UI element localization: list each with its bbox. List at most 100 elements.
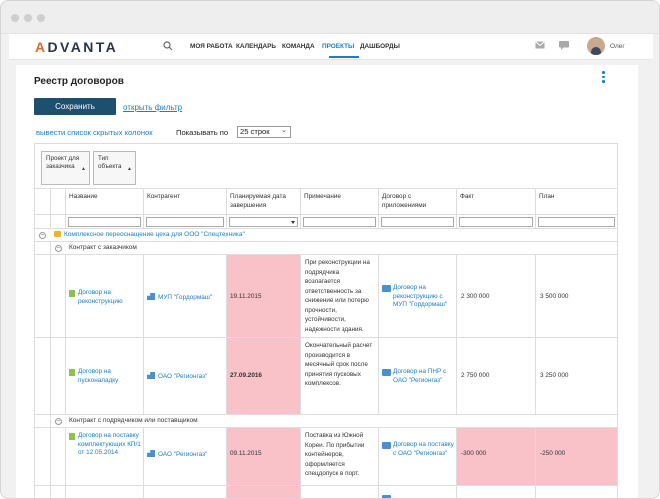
organization-icon — [147, 293, 155, 300]
table-row-counterparty-cell: ОАО "Регионгаз" — [144, 338, 227, 415]
planned-date: 27.09.2016 — [230, 372, 262, 379]
filter-cell — [457, 215, 536, 229]
table-row-fact-cell — [457, 486, 536, 498]
counterparty: МУП "Гордормаш" — [147, 293, 212, 303]
table-row-note-cell — [301, 486, 379, 498]
row-indent — [51, 338, 66, 415]
collapse-icon[interactable]: – — [55, 245, 62, 252]
table-row-fact-cell: 2 300 000 — [457, 255, 536, 338]
nav-dashboards[interactable]: ДАШБОРДЫ — [360, 43, 400, 50]
table-row-note-cell: При реконструкции на подрядчика возлагае… — [301, 255, 379, 338]
collapse-icon[interactable]: – — [55, 418, 62, 425]
mail-icon[interactable] — [535, 41, 545, 49]
filter-plan-input[interactable] — [538, 217, 615, 227]
filter-date-select[interactable] — [229, 217, 298, 227]
contract-link[interactable]: Договор на реконструкцию с МУП "Гордорма… — [393, 284, 447, 308]
note-text: При реконструкции на подрядчика возлагае… — [305, 259, 370, 333]
counterparty: ОАО "Регионгаз" — [147, 372, 207, 382]
table-row-plan-cell: 3 250 000 — [536, 338, 618, 415]
plan-value: 3 250 000 — [540, 372, 569, 379]
table-row-name-cell: Договор на пусконаладку — [66, 338, 144, 415]
contracts-grid: Проект для заказчика ▲ Тип объекта ▲ Назва… — [34, 143, 618, 498]
nav-team[interactable]: КОМАНДА — [282, 43, 315, 50]
sort-caret-icon: ▲ — [81, 166, 86, 172]
counterparty-link[interactable]: ОАО "Регионгаз" — [158, 451, 207, 458]
browser-chrome — [1, 1, 659, 34]
collapse-icon[interactable]: – — [39, 232, 46, 239]
counterparty-link[interactable]: ОАО "Регионгаз" — [158, 373, 207, 380]
project-group-label: Комплексное переоснащение цеха для ООО "… — [54, 229, 245, 241]
nav-calendar[interactable]: КАЛЕНДАРЬ — [236, 43, 276, 50]
document-icon — [69, 290, 75, 297]
folder-icon — [54, 231, 61, 237]
logo-text: DVANTA — [47, 39, 119, 55]
table-row-contract-cell: Договор на реконструкцию с МУП "Гордорма… — [379, 255, 457, 338]
contract-group-label: Контракт с заказчиком — [69, 244, 137, 251]
group-chip-object-type[interactable]: Тип объекта ▲ — [93, 151, 136, 185]
contract-link[interactable]: Договор на поставку с ОАО "Регионгаз" — [393, 441, 454, 457]
contract-group-row[interactable]: – Контракт с заказчиком — [51, 242, 618, 255]
group-chip-project[interactable]: Проект для заказчика ▲ — [41, 151, 90, 185]
group-chip-label: Проект для заказчика — [46, 155, 80, 170]
row-indent — [35, 338, 51, 415]
table-row-plan-cell — [536, 486, 618, 498]
column-header-contract[interactable]: Договор с приложениями — [379, 189, 457, 215]
plan-value: -250 000 — [540, 450, 566, 457]
attachment-icon — [382, 285, 391, 292]
row-indent — [51, 255, 66, 338]
row-name-link[interactable]: Договор на пусконаладку — [78, 368, 118, 384]
app-logo[interactable]: ADVANTA — [35, 39, 118, 55]
filter-note-input[interactable] — [303, 217, 376, 227]
rows-per-page-select[interactable]: 25 строк ⌄ — [237, 126, 291, 138]
save-button[interactable]: Сохранить — [34, 98, 116, 115]
table-row-fact-cell: 2 750 000 — [457, 338, 536, 415]
table-row-contract-cell: Договор на ПНР с ОАО "Регионгаз" — [379, 338, 457, 415]
nav-projects[interactable]: ПРОЕКТЫ — [322, 43, 354, 50]
column-header-counterparty[interactable]: Контрагент — [144, 189, 227, 215]
group-indent — [35, 415, 51, 428]
chat-icon[interactable] — [559, 41, 569, 50]
project-group-row[interactable]: – Комплексное переоснащение цеха для ООО… — [35, 229, 618, 242]
filter-contract-input[interactable] — [381, 217, 454, 227]
row-indent — [35, 486, 51, 498]
kebab-icon[interactable] — [602, 71, 606, 85]
logo-accent: A — [35, 39, 48, 55]
filter-cell — [536, 215, 618, 229]
row-indent — [35, 428, 51, 486]
filter-counterparty-input[interactable] — [146, 217, 224, 227]
contract-group-row[interactable]: – Контракт с подрядчиком или поставщиком — [51, 415, 618, 428]
row-name-link[interactable]: Договор на поставку комплектующих КП/1 о… — [78, 432, 141, 456]
column-header-fact[interactable]: Факт — [457, 189, 536, 215]
planned-date: 19.11.2015 — [230, 293, 262, 300]
attachment-icon — [382, 495, 391, 498]
nav-my-work[interactable]: МОЯ РАБОТА — [190, 43, 233, 50]
filter-fact-input[interactable] — [459, 217, 533, 227]
project-link[interactable]: Комплексное переоснащение цеха для ООО "… — [64, 231, 245, 238]
organization-icon — [147, 450, 155, 457]
attachment-icon — [382, 442, 391, 449]
header-spacer — [35, 189, 51, 215]
counterparty-link[interactable]: МУП "Гордормаш" — [158, 294, 212, 301]
column-header-planned-date[interactable]: Планируемая дата завершения — [227, 189, 301, 215]
column-header-plan[interactable]: План — [536, 189, 618, 215]
open-filter-link[interactable]: открыть фильтр — [123, 103, 182, 112]
search-icon[interactable] — [163, 41, 173, 51]
hidden-columns-link[interactable]: вывести список скрытых колонок — [36, 128, 153, 137]
row-indent — [35, 255, 51, 338]
contract-link[interactable]: Договор на ПНР с ОАО "Регионгаз" — [393, 368, 446, 384]
column-header-note[interactable]: Примечание — [301, 189, 379, 215]
column-header-name[interactable]: Название — [66, 189, 144, 215]
filter-name-input[interactable] — [68, 217, 141, 227]
avatar[interactable] — [587, 37, 605, 55]
main-content: Реестр договоров Сохранить открыть фильт… — [16, 65, 638, 498]
note-text: Поставка из Южной Кореи. По прибытии кон… — [305, 432, 365, 477]
nav-active-indicator — [329, 56, 359, 58]
row-name-link[interactable]: Договор на реконструкцию — [78, 289, 123, 305]
table-row-plan-cell: -250 000 — [536, 428, 618, 486]
window-dot-icon — [11, 14, 19, 22]
window-dot-icon — [24, 14, 32, 22]
fact-value: 2 300 000 — [461, 293, 490, 300]
filter-spacer — [35, 215, 51, 229]
planned-date: 09.11.2015 — [230, 450, 262, 457]
user-name[interactable]: Олег — [610, 43, 625, 50]
